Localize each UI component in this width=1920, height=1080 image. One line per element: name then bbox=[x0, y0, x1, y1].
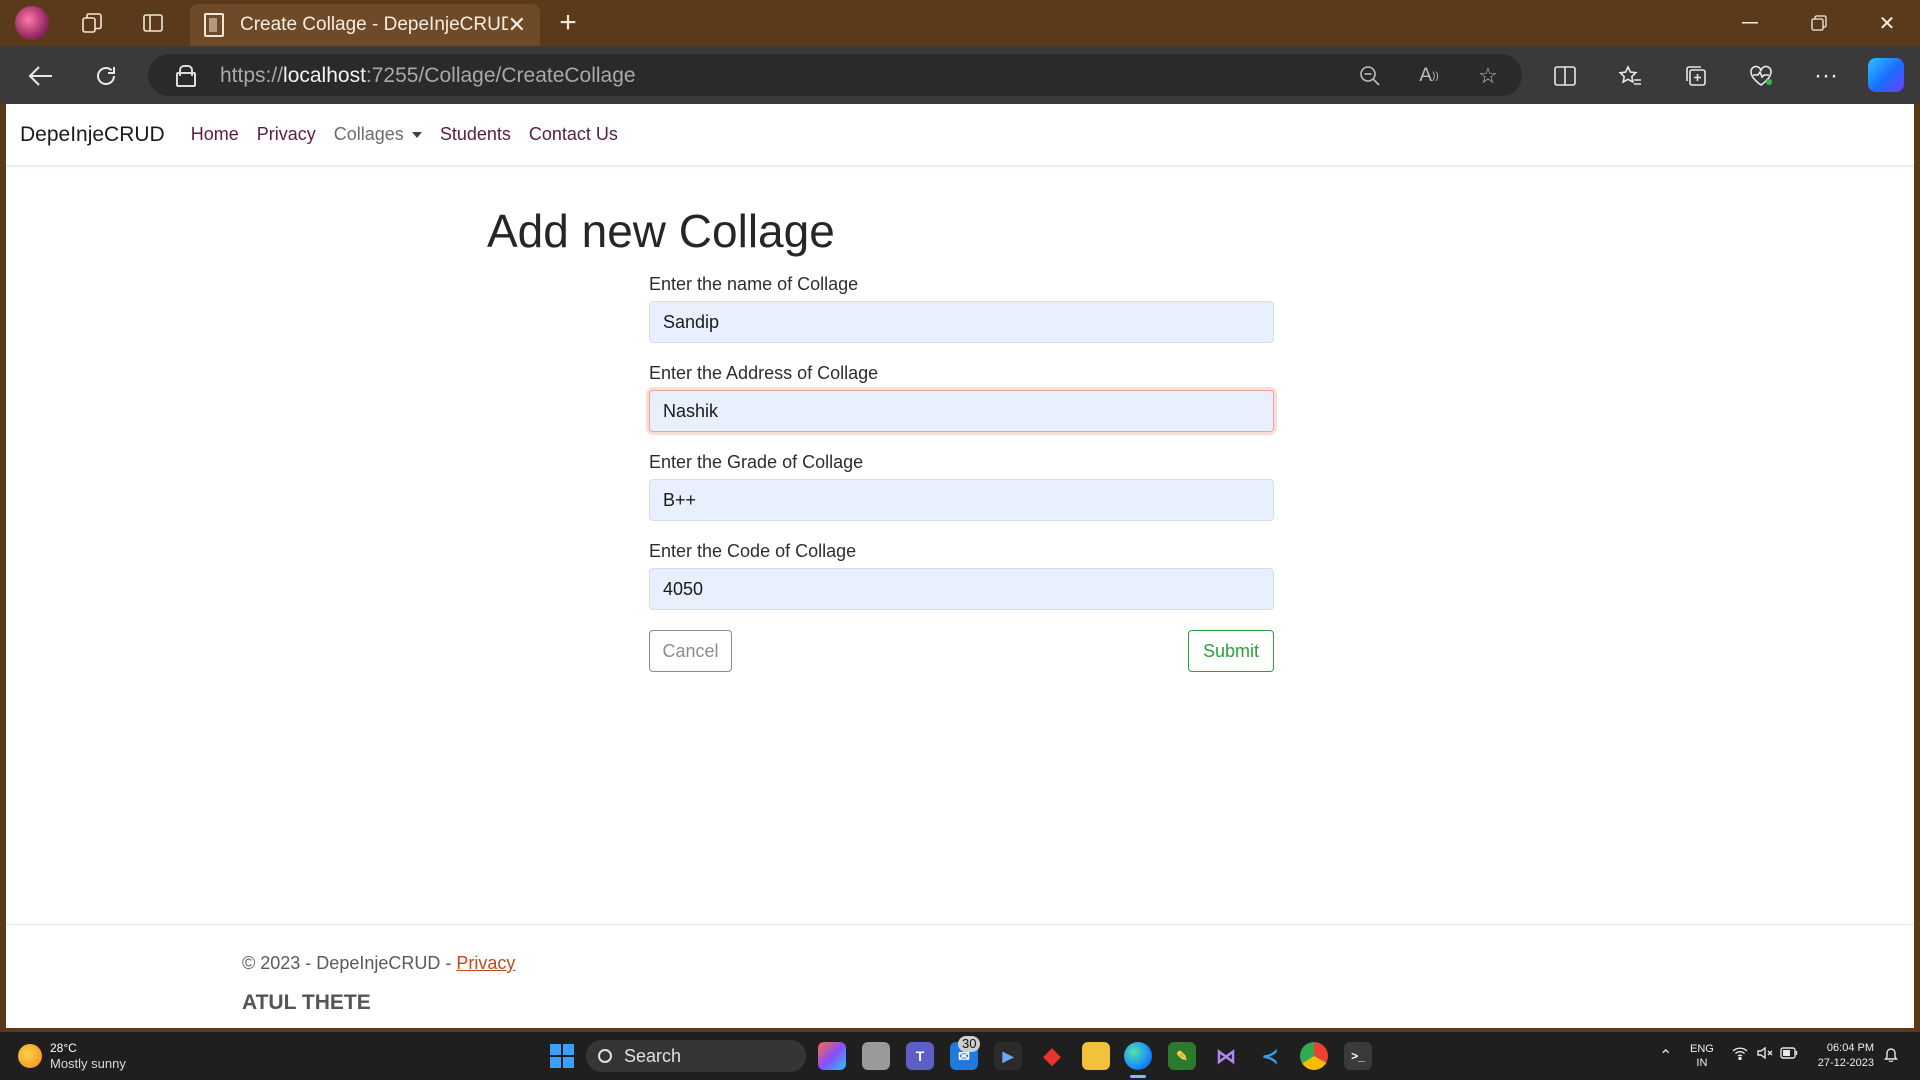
git-app-icon[interactable]: ◆ bbox=[1038, 1042, 1066, 1070]
tab-title: Create Collage - DepeInjeCRUD bbox=[240, 14, 508, 35]
windows-start-icon[interactable] bbox=[550, 1044, 574, 1068]
notification-bell-icon[interactable] bbox=[1884, 1046, 1898, 1067]
mail-badge: 30 bbox=[958, 1036, 981, 1052]
copilot-app-icon[interactable] bbox=[818, 1042, 846, 1070]
browser-essentials-icon[interactable] bbox=[1743, 58, 1779, 94]
grade-input[interactable]: B++ bbox=[649, 479, 1274, 521]
copyright-text: © 2023 - DepeInjeCRUD - Privacy bbox=[242, 953, 516, 973]
weather-sun-icon[interactable] bbox=[18, 1044, 42, 1068]
name-field-group: Enter the name of Collage Sandip bbox=[649, 274, 1274, 343]
profile-avatar-icon[interactable] bbox=[15, 6, 49, 40]
wifi-icon[interactable] bbox=[1732, 1046, 1748, 1065]
workspaces-icon[interactable] bbox=[77, 8, 107, 38]
taskbar-search[interactable]: Search bbox=[586, 1040, 806, 1072]
volume-muted-icon[interactable] bbox=[1756, 1046, 1774, 1065]
cancel-button[interactable]: Cancel bbox=[649, 630, 732, 672]
page-document-icon bbox=[204, 13, 224, 37]
chrome-icon[interactable] bbox=[1300, 1042, 1328, 1070]
collections-icon[interactable] bbox=[1678, 58, 1714, 94]
battery-icon[interactable] bbox=[1780, 1046, 1798, 1064]
code-input[interactable]: 4050 bbox=[649, 568, 1274, 610]
power-automate-icon[interactable]: ▶ bbox=[994, 1042, 1022, 1070]
lock-icon[interactable] bbox=[176, 65, 196, 87]
grade-field-group: Enter the Grade of Collage B++ bbox=[649, 452, 1274, 521]
brand-link[interactable]: DepeInjeCRUD bbox=[20, 123, 165, 147]
refresh-icon[interactable] bbox=[88, 58, 124, 94]
favorite-star-icon[interactable]: ☆ bbox=[1474, 62, 1502, 90]
nav-contact-link[interactable]: Contact Us bbox=[529, 124, 618, 145]
new-tab-icon[interactable]: + bbox=[553, 6, 583, 39]
nav-collages-dropdown[interactable]: Collages bbox=[334, 124, 422, 145]
create-collage-form: Enter the name of Collage Sandip Enter t… bbox=[649, 274, 1274, 672]
minimize-icon[interactable] bbox=[1727, 6, 1773, 40]
visual-studio-icon[interactable]: ⋈ bbox=[1212, 1042, 1240, 1070]
more-options-icon[interactable]: ··· bbox=[1808, 58, 1844, 94]
search-icon bbox=[598, 1049, 612, 1063]
page-viewport: DepeInjeCRUD Home Privacy Collages Stude… bbox=[6, 104, 1914, 1028]
zoom-out-icon[interactable] bbox=[1356, 62, 1384, 90]
site-footer: © 2023 - DepeInjeCRUD - Privacy ATUL THE… bbox=[6, 924, 1914, 1028]
form-actions: Cancel Submit bbox=[649, 630, 1274, 672]
taskbar-search-label: Search bbox=[624, 1045, 682, 1066]
weather-description[interactable]: Mostly sunny bbox=[50, 1056, 126, 1072]
nav-home-link[interactable]: Home bbox=[191, 124, 239, 145]
address-label: Enter the Address of Collage bbox=[649, 363, 879, 383]
nav-students-link[interactable]: Students bbox=[440, 124, 511, 145]
page-title: Add new Collage bbox=[487, 205, 835, 257]
address-input[interactable]: Nashik bbox=[649, 390, 1274, 432]
edge-browser-icon[interactable] bbox=[1124, 1042, 1152, 1070]
nav-privacy-link[interactable]: Privacy bbox=[257, 124, 316, 145]
author-name: ATUL THETE bbox=[242, 991, 371, 1014]
taskbar: 28°C Mostly sunny Search T ✉ 30 ▶ ◆ ✎ ⋈ … bbox=[0, 1032, 1920, 1080]
name-label: Enter the name of Collage bbox=[649, 274, 859, 294]
nav-collages-label: Collages bbox=[333, 124, 404, 144]
browser-toolbar: https://localhost:7255/Collage/CreateCol… bbox=[0, 46, 1920, 104]
site-navbar: DepeInjeCRUD Home Privacy Collages Stude… bbox=[6, 104, 1914, 166]
copilot-icon[interactable] bbox=[1868, 58, 1904, 92]
browser-title-bar: Create Collage - DepeInjeCRUD ✕ + ✕ bbox=[0, 0, 1920, 46]
back-arrow-icon[interactable] bbox=[23, 58, 59, 94]
teams-app-icon[interactable]: T bbox=[906, 1042, 934, 1070]
split-screen-icon[interactable] bbox=[1547, 58, 1583, 94]
vscode-icon[interactable]: ≺ bbox=[1256, 1042, 1284, 1070]
name-input[interactable]: Sandip bbox=[649, 301, 1274, 343]
tray-overflow-icon[interactable]: ⌃ bbox=[1659, 1046, 1672, 1066]
file-explorer-icon[interactable] bbox=[1082, 1042, 1110, 1070]
terminal-icon[interactable]: >_ bbox=[1344, 1042, 1372, 1070]
code-label: Enter the Code of Collage bbox=[649, 541, 857, 561]
system-clock[interactable]: 06:04 PM 27-12-2023 bbox=[1808, 1041, 1874, 1071]
active-app-indicator bbox=[1130, 1075, 1146, 1078]
restore-icon[interactable] bbox=[1796, 6, 1842, 40]
weather-temperature[interactable]: 28°C bbox=[50, 1040, 77, 1056]
caret-down-icon bbox=[411, 131, 422, 138]
close-window-icon[interactable]: ✕ bbox=[1864, 6, 1910, 40]
grade-label: Enter the Grade of Collage bbox=[649, 452, 864, 472]
submit-button[interactable]: Submit bbox=[1188, 630, 1274, 672]
language-indicator[interactable]: ENG IN bbox=[1690, 1042, 1714, 1070]
url-text[interactable]: https://localhost:7255/Collage/CreateCol… bbox=[220, 64, 636, 88]
file-stack-app-icon[interactable] bbox=[862, 1042, 890, 1070]
address-field-group: Enter the Address of Collage Nashik bbox=[649, 363, 1274, 432]
address-bar[interactable]: https://localhost:7255/Collage/CreateCol… bbox=[148, 54, 1522, 96]
code-field-group: Enter the Code of Collage 4050 bbox=[649, 541, 1274, 610]
favorites-icon[interactable] bbox=[1612, 58, 1648, 94]
active-tab[interactable]: Create Collage - DepeInjeCRUD ✕ bbox=[190, 4, 540, 46]
close-tab-icon[interactable]: ✕ bbox=[508, 12, 526, 38]
tools-app-icon[interactable]: ✎ bbox=[1168, 1042, 1196, 1070]
read-aloud-icon[interactable]: A)) bbox=[1415, 62, 1443, 90]
vertical-tabs-icon[interactable] bbox=[138, 8, 168, 38]
footer-privacy-link[interactable]: Privacy bbox=[456, 953, 515, 973]
